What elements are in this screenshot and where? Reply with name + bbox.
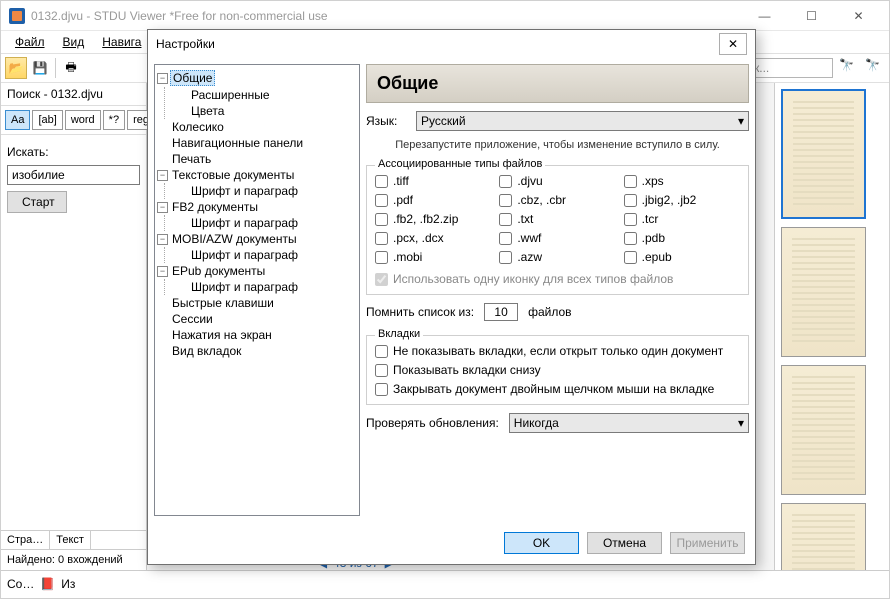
- section-heading: Общие: [366, 64, 749, 103]
- binoculars-next-icon[interactable]: 🔭: [865, 58, 885, 78]
- tree-print[interactable]: Печать: [157, 151, 357, 167]
- chk-one-icon: Использовать одну иконку для всех типов …: [375, 272, 740, 286]
- remember-suffix: файлов: [528, 305, 571, 319]
- tree-mobi[interactable]: −MOBI/AZW документы: [157, 231, 357, 247]
- tree-fb2[interactable]: −FB2 документы: [157, 199, 357, 215]
- tree-tabview[interactable]: Вид вкладок: [157, 343, 357, 359]
- open-icon[interactable]: 📂: [5, 57, 27, 79]
- chk-fb2[interactable]: .fb2, .fb2.zip: [375, 212, 491, 226]
- tree-wheel[interactable]: Колесико: [157, 119, 357, 135]
- tabs-group: Вкладки Не показывать вкладки, если откр…: [366, 335, 749, 405]
- tree-screentap[interactable]: Нажатия на экран: [157, 327, 357, 343]
- print-icon[interactable]: 🖶: [60, 57, 82, 79]
- tree-general[interactable]: −Общие: [157, 69, 357, 87]
- chk-txt[interactable]: .txt: [499, 212, 615, 226]
- menu-file[interactable]: Файл: [7, 33, 53, 51]
- settings-tree[interactable]: −Общие Расширенные Цвета Колесико Навига…: [154, 64, 360, 516]
- thumbnail-strip[interactable]: [774, 83, 889, 570]
- remember-input[interactable]: [484, 303, 518, 321]
- tree-hotkeys[interactable]: Быстрые клавиши: [157, 295, 357, 311]
- sb-tab-wildcard[interactable]: *?: [103, 110, 125, 130]
- apply-button[interactable]: Применить: [670, 532, 745, 554]
- sb-subtab-text[interactable]: Текст: [50, 531, 91, 549]
- tree-epub-font[interactable]: Шрифт и параграф: [173, 279, 357, 295]
- tree-epub[interactable]: −EPub документы: [157, 263, 357, 279]
- statusbar: Со… 📕 Из: [1, 570, 889, 596]
- thumbnail[interactable]: [781, 227, 866, 357]
- chk-tcr[interactable]: .tcr: [624, 212, 740, 226]
- chk-jbig[interactable]: .jbig2, .jb2: [624, 193, 740, 207]
- search-label: Искать:: [7, 145, 140, 159]
- sb-tab-word[interactable]: word: [65, 110, 101, 130]
- sb-tab-ab[interactable]: [ab]: [32, 110, 62, 130]
- file-assoc-group: Ассоциированные типы файлов .tiff .djvu …: [366, 165, 749, 295]
- thumbnail[interactable]: [781, 503, 866, 570]
- tree-sessions[interactable]: Сессии: [157, 311, 357, 327]
- language-combo[interactable]: Русский▾: [416, 111, 749, 131]
- chk-pcx[interactable]: .pcx, .dcx: [375, 231, 491, 245]
- chk-tabs-dblclick[interactable]: Закрывать документ двойным щелчком мыши …: [375, 382, 740, 396]
- menu-nav[interactable]: Навига: [94, 33, 149, 51]
- close-button[interactable]: ✕: [836, 2, 881, 30]
- tree-navpanels[interactable]: Навигационные панели: [157, 135, 357, 151]
- chk-azw[interactable]: .azw: [499, 250, 615, 264]
- chk-tiff[interactable]: .tiff: [375, 174, 491, 188]
- updates-label: Проверять обновления:: [366, 416, 499, 430]
- chk-epub[interactable]: .epub: [624, 250, 740, 264]
- chevron-down-icon: ▾: [738, 416, 744, 430]
- restart-hint: Перезапустите приложение, чтобы изменени…: [366, 139, 749, 151]
- search-start-button[interactable]: Старт: [7, 191, 67, 213]
- search-input[interactable]: [7, 165, 140, 185]
- save-icon[interactable]: 💾: [29, 57, 51, 79]
- settings-dialog: Настройки ✕ −Общие Расширенные Цвета Кол…: [147, 29, 756, 565]
- chk-cbz[interactable]: .cbz, .cbr: [499, 193, 615, 207]
- chevron-down-icon: ▾: [738, 114, 744, 128]
- ok-button[interactable]: OK: [504, 532, 579, 554]
- tree-textdocs[interactable]: −Текстовые документы: [157, 167, 357, 183]
- binoculars-icon[interactable]: 🔭: [839, 58, 859, 78]
- window-title: 0132.djvu - STDU Viewer *Free for non-co…: [31, 9, 742, 23]
- sidebar-title: Поиск - 0132.djvu: [1, 83, 146, 106]
- chk-mobi[interactable]: .mobi: [375, 250, 491, 264]
- chk-wwf[interactable]: .wwf: [499, 231, 615, 245]
- titlebar: 0132.djvu - STDU Viewer *Free for non-co…: [1, 1, 889, 31]
- tree-mobi-font[interactable]: Шрифт и параграф: [173, 247, 357, 263]
- remember-label: Помнить список из:: [366, 305, 474, 319]
- thumbnail[interactable]: [781, 89, 866, 219]
- updates-combo[interactable]: Никогда▾: [509, 413, 749, 433]
- search-results-count: Найдено: 0 вхождений: [1, 549, 146, 570]
- search-sidebar: Поиск - 0132.djvu Aa [ab] word *? regex …: [1, 83, 147, 570]
- maximize-button[interactable]: ☐: [789, 2, 834, 30]
- dialog-title: Настройки: [156, 37, 719, 51]
- chk-pdb[interactable]: .pdb: [624, 231, 740, 245]
- dialog-close-button[interactable]: ✕: [719, 33, 747, 55]
- chk-tabs-bottom[interactable]: Показывать вкладки снизу: [375, 363, 740, 377]
- minimize-button[interactable]: —: [742, 2, 787, 30]
- chk-pdf[interactable]: .pdf: [375, 193, 491, 207]
- status-co: Со…: [7, 577, 34, 591]
- sb-tab-aa[interactable]: Aa: [5, 110, 30, 130]
- cancel-button[interactable]: Отмена: [587, 532, 662, 554]
- tree-textdocs-font[interactable]: Шрифт и параграф: [173, 183, 357, 199]
- status-iz: Из: [61, 577, 75, 591]
- tree-colors[interactable]: Цвета: [173, 103, 357, 119]
- quick-search-input[interactable]: ск...: [743, 58, 833, 78]
- menu-view[interactable]: Вид: [55, 33, 93, 51]
- app-icon: [9, 8, 25, 24]
- chk-xps[interactable]: .xps: [624, 174, 740, 188]
- tree-extended[interactable]: Расширенные: [173, 87, 357, 103]
- chk-djvu[interactable]: .djvu: [499, 174, 615, 188]
- chk-hide-tabs[interactable]: Не показывать вкладки, если открыт тольк…: [375, 344, 740, 358]
- tree-fb2-font[interactable]: Шрифт и параграф: [173, 215, 357, 231]
- language-label: Язык:: [366, 114, 406, 128]
- dialog-titlebar: Настройки ✕: [148, 30, 755, 58]
- thumbnail[interactable]: [781, 365, 866, 495]
- sb-subtab-pages[interactable]: Стра…: [1, 531, 50, 549]
